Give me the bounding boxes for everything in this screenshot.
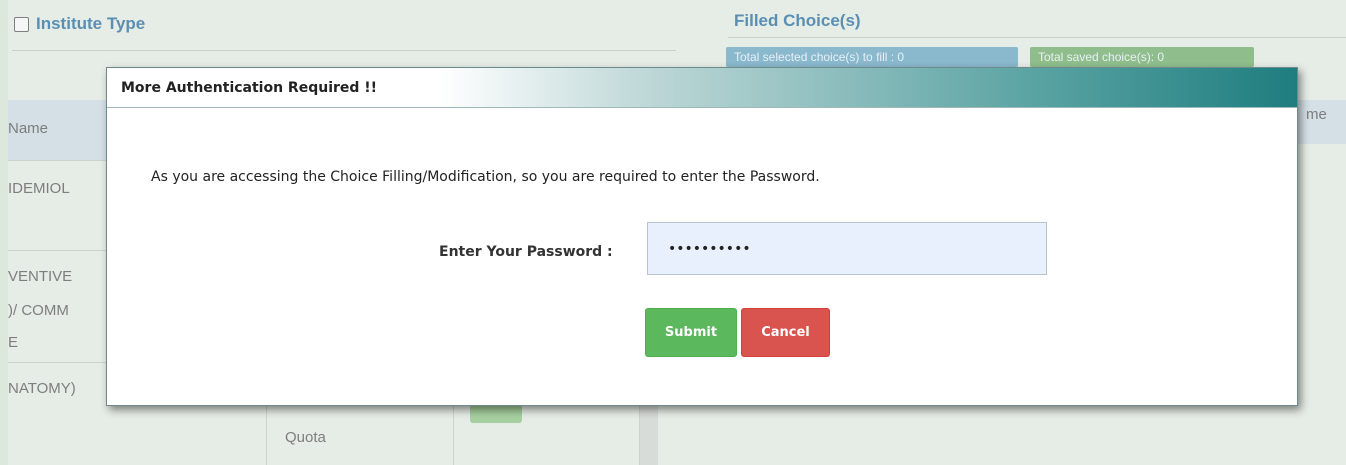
selected-choices-badge: Total selected choice(s) to fill : 0 [726,47,1018,67]
table-cell: IDEMIOL [8,180,70,197]
row-divider [8,160,108,161]
institute-type-filter[interactable]: Institute Type [14,14,145,34]
row-action-button[interactable] [470,405,522,423]
filled-choices-title: Filled Choice(s) [734,11,861,30]
column-header-name: Name [8,120,49,137]
submit-button[interactable]: Submit [645,308,737,357]
table-cell: E [8,334,19,351]
table-scrollbar[interactable] [640,405,658,465]
table-cell-quota: Quota [266,405,454,465]
password-label: Enter Your Password : [439,244,613,260]
modal-message: As you are accessing the Choice Filling/… [151,169,820,185]
divider [728,37,1346,38]
modal-header: More Authentication Required !! [107,68,1297,108]
password-input[interactable] [647,222,1047,275]
authentication-modal: More Authentication Required !! As you a… [106,67,1298,406]
divider [12,50,676,51]
saved-choices-badge: Total saved choice(s): 0 [1030,47,1254,67]
quota-text: Quota [285,429,326,446]
cancel-button[interactable]: Cancel [741,308,830,357]
table-cell: NATOMY) [8,380,76,397]
institute-type-checkbox[interactable] [14,16,29,32]
table-cell: )/ COMM [8,302,69,319]
table-cell: VENTIVE [8,268,73,285]
column-header-name-right: me [1306,106,1327,123]
row-divider [8,250,108,251]
institute-type-label: Institute Type [36,14,146,33]
row-divider [8,362,108,363]
modal-title: More Authentication Required !! [121,79,378,96]
